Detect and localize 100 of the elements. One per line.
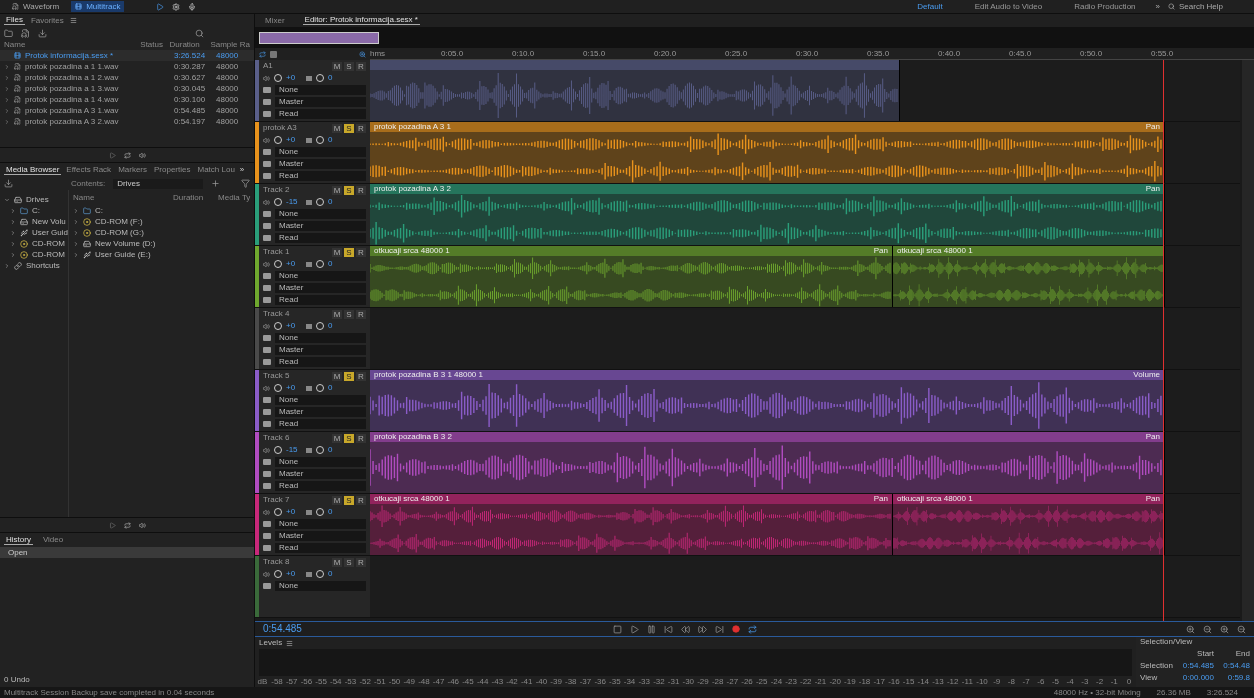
panel-tab[interactable]: Mixer (263, 16, 287, 25)
start-time-field[interactable]: 0:00.000 (1178, 674, 1214, 684)
input-dropdown[interactable]: None (275, 271, 366, 281)
workspace-tab[interactable]: Default (905, 2, 955, 11)
file-row[interactable]: protok pozadina A 3 1.wav 0:54.485 48000 (0, 105, 254, 116)
pan-value[interactable]: 0 (328, 322, 333, 330)
clip-envelope-label[interactable]: Pan (1145, 122, 1160, 132)
automation-dropdown[interactable]: Read (275, 481, 366, 491)
solo-button[interactable]: S (344, 247, 354, 257)
column-header[interactable]: Sample Ra (210, 40, 250, 49)
mute-button[interactable]: M (332, 495, 342, 505)
audio-clip[interactable] (370, 60, 900, 121)
volume-value[interactable]: +0 (286, 322, 302, 330)
track-name[interactable]: Track 2 (263, 186, 330, 194)
loop-icon[interactable] (748, 624, 757, 634)
panel-tab[interactable]: Video (40, 536, 66, 544)
input-dropdown[interactable]: None (275, 85, 366, 95)
audio-clip[interactable]: protok pozadina A 3 2 Pan (370, 184, 1165, 245)
file-row[interactable]: Protok informacija.sesx * 3:26.524 48000 (0, 50, 254, 61)
tree-item[interactable]: User Guid (32, 228, 68, 237)
play-icon[interactable] (108, 151, 116, 159)
record-button[interactable]: R (356, 61, 366, 71)
column-header[interactable]: Duration (173, 194, 218, 205)
start-time-field[interactable]: 0:54.485 (1178, 662, 1214, 672)
audio-clip[interactable]: protok pozadina B 3 2 Pan (370, 432, 1165, 493)
file-row[interactable]: protok pozadina a 1 2.wav 0:30.627 48000 (0, 72, 254, 83)
audio-clip[interactable]: protok pozadina A 3 1 Pan (370, 122, 1165, 183)
zoom-in-icon[interactable] (1186, 624, 1195, 634)
workspace-tab[interactable]: Radio Production (1062, 2, 1148, 11)
pan-value[interactable]: 0 (328, 260, 333, 268)
mode-button[interactable]: Waveform (8, 1, 64, 12)
column-header[interactable]: Media Ty (218, 194, 251, 205)
pan-value[interactable]: 0 (328, 570, 333, 578)
skip-back-icon[interactable] (664, 624, 673, 634)
automation-dropdown[interactable]: Read (275, 171, 366, 181)
input-dropdown[interactable]: None (275, 209, 366, 219)
speaker-icon[interactable] (138, 521, 146, 529)
pan-value[interactable]: 0 (328, 384, 333, 392)
record-button[interactable]: R (356, 495, 366, 505)
automation-dropdown[interactable]: Read (275, 419, 366, 429)
end-time-field[interactable]: 0:54.48 (1216, 662, 1250, 672)
media-item[interactable]: User Guide (E:) (95, 250, 151, 259)
input-dropdown[interactable]: None (275, 519, 366, 529)
move-tool-icon[interactable] (156, 2, 165, 11)
loop-icon[interactable] (123, 521, 131, 529)
output-dropdown[interactable]: Master (275, 345, 366, 355)
panel-tab[interactable]: Media Browser (4, 165, 62, 175)
track-name[interactable]: Track 6 (263, 434, 330, 442)
rewind-icon[interactable] (681, 624, 690, 634)
tree-item[interactable]: C: (32, 206, 40, 215)
workspace-tab[interactable]: Edit Audio to Video (962, 2, 1055, 11)
solo-button[interactable]: S (344, 557, 354, 567)
output-dropdown[interactable]: Master (275, 531, 366, 541)
track-name[interactable]: Track 7 (263, 496, 330, 504)
tree-item[interactable]: New Volu (32, 217, 66, 226)
expand-icon[interactable] (4, 262, 10, 269)
session-overview[interactable] (255, 27, 1254, 48)
output-dropdown[interactable]: Master (275, 283, 366, 293)
clip-envelope-label[interactable]: Pan (873, 494, 888, 504)
automation-dropdown[interactable]: Read (275, 543, 366, 553)
input-dropdown[interactable]: None (275, 147, 366, 157)
play-icon[interactable] (108, 521, 116, 529)
end-time-field[interactable]: 0:59.8 (1216, 674, 1250, 684)
input-dropdown[interactable]: None (275, 581, 366, 591)
collapse-icon[interactable] (4, 196, 10, 203)
volume-value[interactable]: +0 (286, 570, 302, 578)
volume-value[interactable]: +0 (286, 136, 302, 144)
panel-tab[interactable]: Match Lou (195, 166, 237, 174)
track-name[interactable]: A1 (263, 62, 330, 70)
automation-dropdown[interactable]: Read (275, 357, 366, 367)
solo-button[interactable]: S (344, 123, 354, 133)
file-row[interactable]: protok pozadina a 1 3.wav 0:30.045 48000 (0, 83, 254, 94)
import-icon[interactable] (4, 179, 13, 188)
track-name[interactable]: protok A3 (263, 124, 330, 132)
record-button[interactable]: R (356, 123, 366, 133)
time-ruler[interactable]: hms 0:05.0 0:10.0 0:15.0 0:20.0 0:25.0 0:30.0 0:35.0 0:40.0 0:45.0 0:50.0 0:55.0 (370, 48, 1254, 60)
panel-tab[interactable]: Files (4, 16, 25, 25)
filter-icon[interactable] (241, 179, 250, 188)
solo-button[interactable]: S (344, 433, 354, 443)
tree-item[interactable]: Drives (26, 195, 49, 204)
panel-tab[interactable]: Favorites (28, 16, 66, 25)
more-button[interactable]: » (239, 166, 245, 174)
mode-button[interactable]: Multitrack (71, 1, 125, 12)
add-icon[interactable] (211, 179, 221, 188)
search-field[interactable]: Search Help (1168, 2, 1246, 11)
solo-button[interactable]: S (344, 61, 354, 71)
volume-value[interactable]: +0 (286, 74, 302, 82)
record-button[interactable]: R (356, 185, 366, 195)
mute-button[interactable]: M (332, 309, 342, 319)
tree-item[interactable]: CD-ROM (32, 239, 65, 248)
clip-envelope-label[interactable]: Volume (1133, 370, 1160, 380)
media-item[interactable]: C: (95, 206, 103, 215)
record-button[interactable]: R (356, 557, 366, 567)
panel-tab[interactable]: History (4, 535, 33, 545)
audio-clip[interactable]: otkucaji srca 48000 1 Pan (370, 494, 893, 555)
panel-tab[interactable]: Effects Rack (64, 166, 114, 174)
mute-button[interactable]: M (332, 61, 342, 71)
file-row[interactable]: protok pozadina A 3 2.wav 0:54.197 48000 (0, 116, 254, 127)
menu-icon[interactable] (69, 17, 77, 24)
record-icon[interactable] (732, 625, 740, 633)
